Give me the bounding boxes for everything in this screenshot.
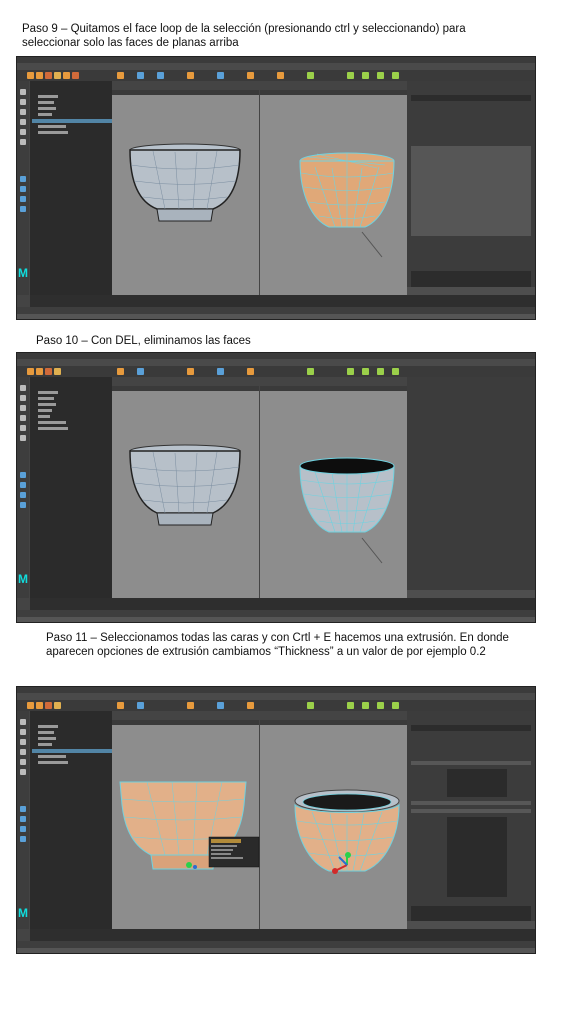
step-11-caption: Paso 11 – Seleccionamos todas las caras … <box>46 632 509 658</box>
step-11-screenshot: M <box>16 686 536 954</box>
step-9-scene <box>129 143 395 258</box>
step-9-caption: Paso 9 – Quitamos el face loop de la sel… <box>22 23 466 49</box>
bowl-right-extruded <box>294 789 400 874</box>
step-10-screenshot: M <box>16 352 536 623</box>
step-9-screenshot: M <box>16 56 536 320</box>
step-10-scene <box>129 444 395 564</box>
bowl-left-extruded <box>119 781 260 870</box>
bowl-right-open <box>299 457 395 564</box>
step-11-scene <box>119 781 400 874</box>
bowl-left <box>129 143 241 222</box>
bowl-left <box>129 444 241 526</box>
step-10-caption: Paso 10 – Con DEL, eliminamos las faces <box>36 335 251 347</box>
bowl-right <box>299 152 395 258</box>
